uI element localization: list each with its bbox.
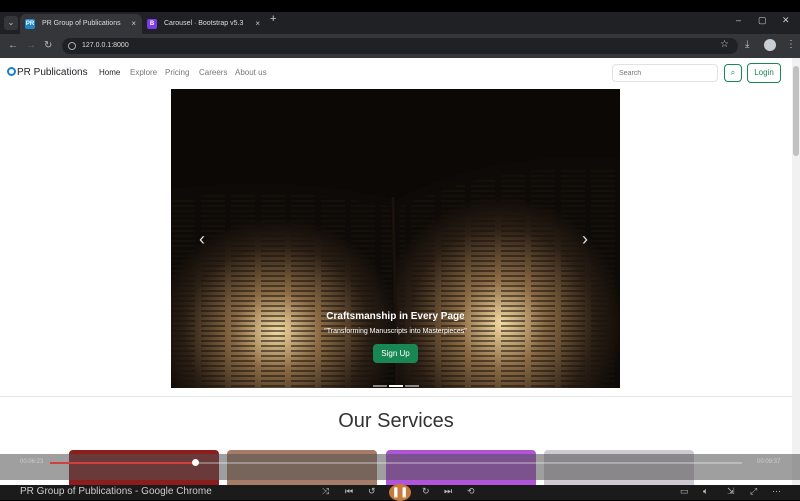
close-tab-icon[interactable]: × (255, 14, 260, 34)
reload-icon[interactable]: ↻ (44, 40, 52, 51)
menu-dots-icon[interactable]: ⋮ (786, 39, 796, 50)
carousel-next-button[interactable]: › (582, 229, 588, 250)
carousel-indicator[interactable] (372, 385, 387, 387)
tab-pr-group[interactable]: PR PR Group of Publications × (20, 14, 142, 34)
bookmark-star-icon[interactable]: ☆ (720, 39, 729, 50)
volume-icon[interactable]: 🔈︎ (703, 486, 708, 497)
next-track-icon[interactable]: ⏭ (444, 486, 452, 497)
browser-tab-strip: ⌄ PR PR Group of Publications × B Carous… (0, 12, 800, 34)
minimize-button[interactable]: – (736, 15, 741, 25)
video-progress-fill (50, 462, 196, 464)
video-progress-bar[interactable] (50, 459, 742, 466)
media-taskbar: PR Group of Publications - Google Chrome… (0, 484, 800, 501)
cast-icon[interactable]: ⇲ (727, 486, 735, 497)
tab-search-icon[interactable]: ⌄ (4, 16, 18, 30)
sign-up-button[interactable]: Sign Up (373, 344, 418, 363)
search-button[interactable]: ⌕ (724, 64, 742, 82)
brand-text: PR Publications (17, 67, 88, 78)
browser-toolbar: ← → ↻ 127.0.0.1:8000 ☆ ⤓ ⋮ (0, 34, 800, 58)
video-progress-knob[interactable] (192, 459, 200, 466)
back-arrow-icon[interactable]: ← (8, 40, 18, 51)
rewind-icon[interactable]: ↺ (368, 486, 376, 497)
screen-top-edge (0, 0, 800, 12)
brand-link[interactable]: PR Publications (7, 67, 88, 78)
video-player-overlay: 00:06:23 00:09:37 (0, 454, 800, 480)
total-time: 00:09:37 (757, 459, 781, 465)
forward-arrow-icon[interactable]: → (26, 40, 36, 51)
page-scrollbar[interactable] (792, 58, 800, 500)
scroll-thumb[interactable] (793, 66, 799, 156)
carousel-subheading: "Transforming Manuscripts into Masterpie… (324, 328, 467, 335)
forward-icon[interactable]: ↻ (422, 486, 430, 497)
search-input[interactable] (612, 64, 718, 82)
elapsed-time: 00:06:23 (20, 459, 44, 465)
carousel-indicators (171, 374, 620, 388)
nav-about-us[interactable]: About us (235, 68, 267, 77)
close-tab-icon[interactable]: × (131, 14, 136, 34)
nav-careers[interactable]: Careers (199, 68, 227, 77)
section-divider (0, 396, 792, 397)
pause-button[interactable]: ❚❚ (389, 484, 411, 501)
hero-carousel: ‹ › Craftsmanship in Every Page "Transfo… (171, 89, 620, 388)
web-page: PR Publications Home Explore Pricing Car… (0, 58, 792, 500)
tab-title: PR Group of Publications (42, 20, 121, 27)
carousel-indicator[interactable] (404, 385, 419, 387)
login-button[interactable]: Login (747, 63, 781, 83)
tab-title: Carousel · Bootstrap v5.3 (164, 20, 244, 27)
carousel-heading: Craftsmanship in Every Page (326, 311, 465, 322)
download-icon[interactable]: ⤓ (745, 39, 749, 50)
site-navbar: PR Publications Home Explore Pricing Car… (0, 58, 792, 88)
new-tab-button[interactable]: + (270, 13, 276, 25)
previous-track-icon[interactable]: ⏮ (345, 486, 353, 497)
carousel-caption: Craftsmanship in Every Page "Transformin… (171, 311, 620, 363)
nav-pricing[interactable]: Pricing (165, 68, 189, 77)
profile-avatar[interactable] (764, 39, 776, 51)
url-text: 127.0.0.1:8000 (82, 42, 129, 49)
services-title: Our Services (338, 410, 454, 432)
repeat-icon[interactable]: ⟲ (467, 486, 475, 497)
pr-favicon-icon: PR (25, 19, 35, 29)
address-bar[interactable]: 127.0.0.1:8000 (62, 38, 738, 54)
nav-explore[interactable]: Explore (130, 68, 157, 77)
shuffle-icon[interactable]: ⤨ (322, 486, 329, 497)
carousel-prev-button[interactable]: ‹ (199, 229, 205, 250)
brand-logo-icon (7, 67, 16, 76)
subtitles-icon[interactable]: ▭ (680, 486, 689, 497)
nav-home[interactable]: Home (99, 68, 120, 77)
carousel-indicator-active[interactable] (388, 385, 403, 387)
bootstrap-favicon-icon: B (147, 19, 157, 29)
window-close-button[interactable]: ✕ (782, 15, 790, 26)
tab-bootstrap-carousel[interactable]: B Carousel · Bootstrap v5.3 × (142, 14, 266, 34)
site-info-icon[interactable] (68, 42, 76, 50)
more-options-icon[interactable]: ⋯ (772, 486, 781, 497)
restore-button[interactable]: ▢ (758, 15, 767, 26)
fullscreen-icon[interactable]: ⤢ (750, 486, 757, 497)
search-icon: ⌕ (730, 68, 736, 77)
window-title: PR Group of Publications - Google Chrome (20, 486, 212, 497)
